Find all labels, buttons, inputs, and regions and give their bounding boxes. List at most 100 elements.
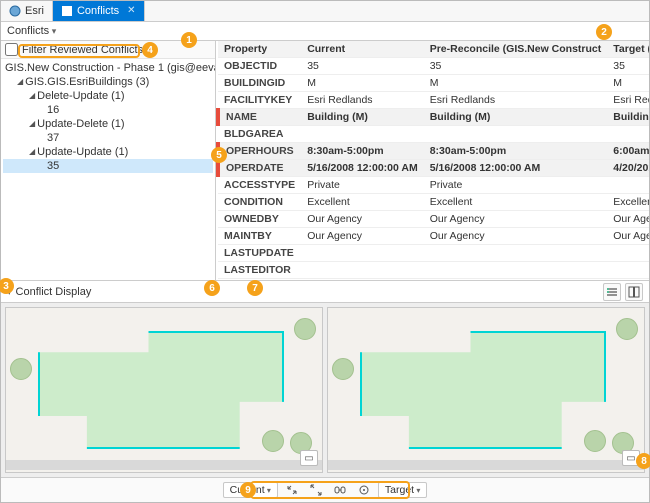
tab-conflicts[interactable]: Conflicts ✕ <box>53 1 145 21</box>
attribute-grid[interactable]: PropertyCurrentPre-Reconcile (GIS.New Co… <box>216 41 649 280</box>
property-cell[interactable]: BUILDINGID <box>218 75 301 92</box>
target-source-dropdown[interactable]: Target <box>378 482 427 498</box>
table-row[interactable]: MAINTBYOur AgencyOur AgencyOur AgencyOur… <box>218 228 649 245</box>
value-cell[interactable]: Our Agency <box>301 228 424 245</box>
table-row[interactable]: ACCESSTYPEPrivatePrivate <box>218 177 649 194</box>
value-cell[interactable]: Development <box>424 279 608 281</box>
conflict-tree[interactable]: GIS.New Construction - Phase 1 (gis@eeva… <box>1 59 215 280</box>
table-row[interactable]: OPERDATE5/16/2008 12:00:00 AM5/16/2008 1… <box>218 160 649 177</box>
table-row[interactable]: BUILDINGIDMMMM <box>218 75 649 92</box>
table-row[interactable]: OPERHOURS8:30am-5:00pm8:30am-5:00pm6:00a… <box>218 143 649 160</box>
link-views-icon[interactable] <box>330 481 350 499</box>
value-cell[interactable]: Our Agency <box>301 211 424 228</box>
value-cell[interactable]: 35 <box>424 58 608 75</box>
property-cell[interactable]: OBJECTID <box>218 58 301 75</box>
value-cell[interactable]: Our Agency <box>607 211 649 228</box>
value-cell[interactable]: 5/16/2008 12:00:00 AM <box>301 160 424 177</box>
tree-group[interactable]: Update-Delete (1) <box>3 117 213 131</box>
property-cell[interactable]: OPERDATE <box>218 160 301 177</box>
value-cell[interactable] <box>607 262 649 279</box>
column-header[interactable]: Property <box>218 41 301 58</box>
property-cell[interactable]: LASTUPDATE <box>218 245 301 262</box>
value-cell[interactable]: M <box>301 75 424 92</box>
value-cell[interactable] <box>607 177 649 194</box>
value-cell[interactable]: Esri Redlands <box>301 92 424 109</box>
property-cell[interactable]: BLDGTYPE <box>218 279 301 281</box>
value-cell[interactable]: Building M <box>607 109 649 126</box>
value-cell[interactable] <box>424 245 608 262</box>
column-header[interactable]: Target (sde.DEFAULT) <box>607 41 649 58</box>
tree-item[interactable]: 37 <box>3 131 213 145</box>
table-row[interactable]: OWNEDBYOur AgencyOur AgencyOur AgencyOur… <box>218 211 649 228</box>
property-cell[interactable]: LASTEDITOR <box>218 262 301 279</box>
bookmark-icon[interactable]: ▭ <box>300 450 318 466</box>
value-cell[interactable]: 35 <box>607 58 649 75</box>
map-target[interactable]: ▭ <box>327 307 645 473</box>
value-cell[interactable]: M <box>424 75 608 92</box>
table-row[interactable]: BLDGTYPEDevelopmentDevelopmentDevelopmen… <box>218 279 649 281</box>
value-cell[interactable]: M <box>607 75 649 92</box>
layout-icon[interactable] <box>625 283 643 301</box>
tab-esri[interactable]: Esri <box>1 1 53 21</box>
column-header[interactable]: Current <box>301 41 424 58</box>
table-row[interactable]: FACILITYKEYEsri RedlandsEsri RedlandsEsr… <box>218 92 649 109</box>
tree-item[interactable]: 16 <box>3 103 213 117</box>
value-cell[interactable] <box>607 126 649 143</box>
zoom-expand-icon[interactable] <box>306 481 326 499</box>
value-cell[interactable]: Development <box>301 279 424 281</box>
value-cell[interactable] <box>301 126 424 143</box>
table-row[interactable]: OBJECTID35353535 <box>218 58 649 75</box>
value-cell[interactable]: Excellent <box>301 194 424 211</box>
filter-reviewed-checkbox[interactable] <box>5 43 18 56</box>
value-cell[interactable]: 4/20/2011 12:00:00 AM <box>607 160 649 177</box>
value-cell[interactable] <box>424 126 608 143</box>
collapse-toggle[interactable] <box>7 286 12 298</box>
value-cell[interactable]: Esri Redlands <box>607 92 649 109</box>
property-cell[interactable]: MAINTBY <box>218 228 301 245</box>
property-cell[interactable]: FACILITYKEY <box>218 92 301 109</box>
value-cell[interactable]: Building (M) <box>424 109 608 126</box>
value-cell[interactable]: 6:00am-7:00pm <box>607 143 649 160</box>
close-icon[interactable]: ✕ <box>127 5 135 16</box>
tree-dataset[interactable]: GIS.GIS.EsriBuildings (3) <box>3 75 213 89</box>
value-cell[interactable]: Our Agency <box>607 228 649 245</box>
tree-root[interactable]: GIS.New Construction - Phase 1 (gis@eeva… <box>3 61 213 75</box>
property-cell[interactable]: CONDITION <box>218 194 301 211</box>
map-current[interactable]: ▭ <box>5 307 323 473</box>
value-cell[interactable] <box>424 262 608 279</box>
tree-group[interactable]: Delete-Update (1) <box>3 89 213 103</box>
value-cell[interactable]: Excellent <box>424 194 608 211</box>
value-cell[interactable]: Private <box>424 177 608 194</box>
center-target-icon[interactable] <box>354 481 374 499</box>
value-cell[interactable]: Our Agency <box>424 211 608 228</box>
value-cell[interactable]: 5/16/2008 12:00:00 AM <box>424 160 608 177</box>
value-cell[interactable] <box>607 245 649 262</box>
property-cell[interactable]: OWNEDBY <box>218 211 301 228</box>
value-cell[interactable]: Development <box>607 279 649 281</box>
table-row[interactable]: CONDITIONExcellentExcellentExcellentUnkn… <box>218 194 649 211</box>
zoom-collapse-icon[interactable] <box>282 481 302 499</box>
tree-group[interactable]: Update-Update (1) <box>3 145 213 159</box>
value-cell[interactable] <box>301 262 424 279</box>
value-cell[interactable]: Private <box>301 177 424 194</box>
property-cell[interactable]: NAME <box>218 109 301 126</box>
tree-item-selected[interactable]: 35 <box>3 159 213 173</box>
table-row[interactable]: BLDGAREA <box>218 126 649 143</box>
value-cell[interactable]: Building (M) <box>301 109 424 126</box>
value-cell[interactable]: 35 <box>301 58 424 75</box>
value-cell[interactable]: Excellent <box>607 194 649 211</box>
property-cell[interactable]: OPERHOURS <box>218 143 301 160</box>
table-row[interactable]: LASTEDITOR <box>218 262 649 279</box>
value-cell[interactable]: Esri Redlands <box>424 92 608 109</box>
value-cell[interactable]: Our Agency <box>424 228 608 245</box>
current-source-dropdown[interactable]: Current <box>223 482 278 498</box>
conflicts-menu[interactable]: Conflicts <box>7 25 56 37</box>
value-cell[interactable]: 8:30am-5:00pm <box>301 143 424 160</box>
value-cell[interactable] <box>301 245 424 262</box>
table-row[interactable]: NAMEBuilding (M)Building (M)Building MM <box>218 109 649 126</box>
column-header[interactable]: Pre-Reconcile (GIS.New Construct <box>424 41 608 58</box>
property-cell[interactable]: ACCESSTYPE <box>218 177 301 194</box>
field-order-icon[interactable] <box>603 283 621 301</box>
property-cell[interactable]: BLDGAREA <box>218 126 301 143</box>
value-cell[interactable]: 8:30am-5:00pm <box>424 143 608 160</box>
